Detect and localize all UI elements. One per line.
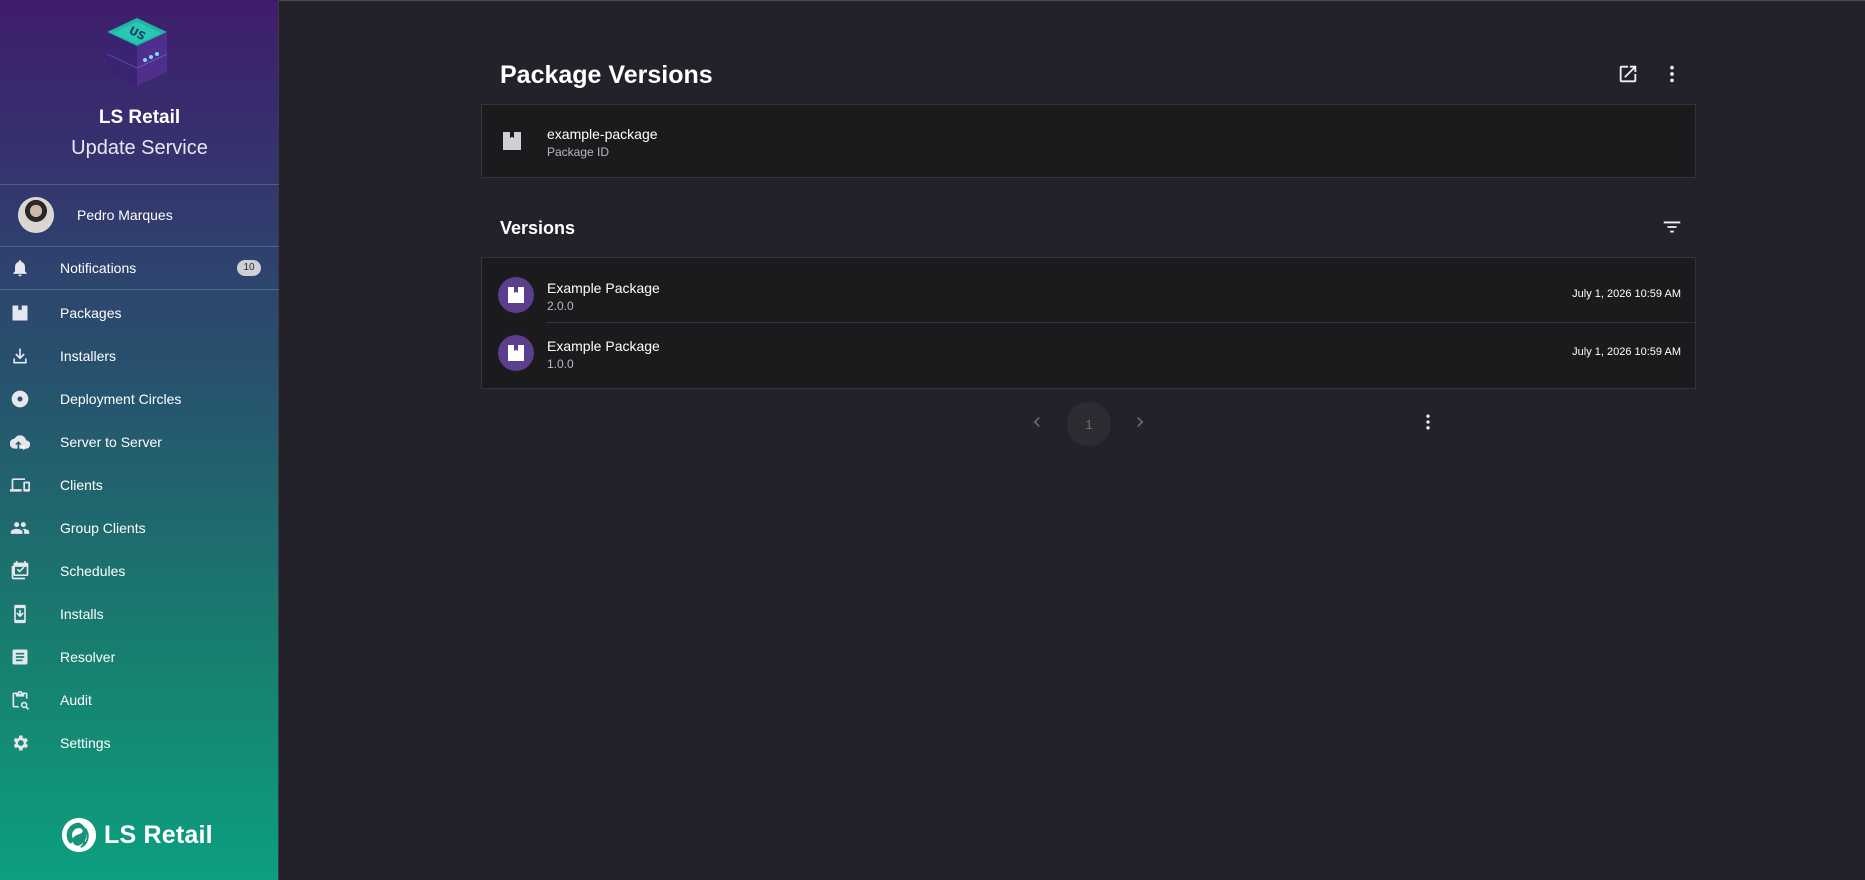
- previous-page-button[interactable]: [1025, 410, 1049, 434]
- brand-header: US LS Retail Update Service: [0, 0, 279, 184]
- sidebar-item-settings[interactable]: Settings: [0, 723, 279, 763]
- sidebar-item-label: Packages: [60, 305, 122, 321]
- sidebar-item-installs[interactable]: Installs: [0, 594, 279, 634]
- devices-icon: [10, 475, 30, 495]
- package-icon: [500, 129, 524, 153]
- package-id-label: Package ID: [547, 145, 610, 159]
- sidebar-item-label: Schedules: [60, 563, 126, 579]
- sidebar-item-label: Settings: [60, 735, 111, 751]
- chevron-right-icon: [1137, 417, 1144, 427]
- sidebar-item-group-clients[interactable]: Group Clients: [0, 508, 279, 548]
- package-icon: [508, 287, 524, 303]
- user-profile[interactable]: Pedro Marques: [0, 186, 279, 246]
- version-date: July 1, 2026 10:59 AM: [1572, 288, 1681, 300]
- version-package-name: Example Package: [547, 338, 660, 354]
- package-icon: [508, 345, 524, 361]
- sidebar-item-label: Deployment Circles: [60, 391, 182, 407]
- sidebar-item-label: Group Clients: [60, 520, 146, 536]
- sidebar-item-label: Server to Server: [60, 434, 162, 450]
- package-avatar: [498, 277, 534, 313]
- notification-count-badge: 10: [237, 260, 261, 276]
- sidebar-item-label: Notifications: [60, 260, 137, 276]
- sidebar-item-label: Resolver: [60, 649, 116, 665]
- versions-list: Example Package 2.0.0 July 1, 2026 10:59…: [481, 257, 1696, 389]
- more-vertical-icon: [1670, 65, 1674, 83]
- chevron-left-icon: [1033, 417, 1040, 427]
- divider: [0, 289, 279, 290]
- open-in-new-button[interactable]: [1614, 60, 1642, 88]
- sidebar-item-label: Installs: [60, 606, 104, 622]
- divider: [0, 246, 279, 247]
- package-id-value: example-package: [547, 126, 658, 142]
- sidebar-item-schedules[interactable]: Schedules: [0, 551, 279, 591]
- sidebar-item-notifications[interactable]: Notifications 10: [0, 248, 279, 288]
- cloud-upload-icon: [9, 432, 31, 452]
- more-vertical-icon: [1426, 414, 1430, 430]
- sidebar-item-deployment-circles[interactable]: Deployment Circles: [0, 379, 279, 419]
- bell-icon: [10, 258, 30, 278]
- brand-title: LS Retail: [98, 107, 181, 128]
- sidebar-item-clients[interactable]: Clients: [0, 465, 279, 505]
- gear-icon: [10, 733, 30, 753]
- sidebar-item-packages[interactable]: Packages: [0, 293, 279, 333]
- next-page-button[interactable]: [1128, 410, 1152, 434]
- user-name: Pedro Marques: [77, 207, 173, 223]
- sidebar: US LS Retail Update Service Pedro Marque…: [0, 0, 279, 880]
- calendar-check-icon: [10, 561, 30, 581]
- sidebar-item-resolver[interactable]: Resolver: [0, 637, 279, 677]
- page-number-button[interactable]: 1: [1067, 402, 1111, 446]
- version-package-name: Example Package: [547, 280, 660, 296]
- sidebar-item-server-to-server[interactable]: Server to Server: [0, 422, 279, 462]
- filter-button[interactable]: [1658, 213, 1686, 241]
- avatar[interactable]: [18, 197, 54, 233]
- open-in-new-icon: [1619, 65, 1637, 83]
- page-title: Package Versions: [500, 61, 713, 89]
- download-icon: [10, 346, 30, 366]
- group-icon: [10, 518, 30, 538]
- sidebar-item-installers[interactable]: Installers: [0, 336, 279, 376]
- sidebar-item-label: Installers: [60, 348, 117, 364]
- pagination-more-button[interactable]: [1416, 410, 1440, 434]
- filter-icon: [1663, 221, 1681, 233]
- install-icon: [10, 604, 30, 624]
- brand-subtitle: Update Service: [71, 137, 208, 159]
- version-date: July 1, 2026 10:59 AM: [1572, 346, 1681, 358]
- divider: [0, 184, 279, 185]
- version-number: 1.0.0: [547, 357, 574, 371]
- versions-section-title: Versions: [500, 218, 576, 238]
- disc-icon: [10, 389, 30, 409]
- sidebar-item-label: Clients: [60, 477, 103, 493]
- list-item[interactable]: Example Package 2.0.0 July 1, 2026 10:59…: [482, 258, 1695, 316]
- package-avatar: [498, 335, 534, 371]
- package-icon: [10, 303, 30, 323]
- sidebar-item-audit[interactable]: Audit: [0, 680, 279, 720]
- ls-retail-footer-logo: LS Retail: [60, 815, 213, 855]
- main-content: Package Versions example-package Package…: [280, 0, 1865, 880]
- more-options-button[interactable]: [1658, 60, 1686, 88]
- clipboard-search-icon: [10, 690, 30, 710]
- package-info-card: example-package Package ID: [481, 104, 1696, 178]
- document-icon: [10, 647, 30, 667]
- sidebar-item-label: Audit: [60, 692, 92, 708]
- footer-brand-text: LS Retail: [104, 820, 213, 849]
- version-number: 2.0.0: [547, 299, 574, 313]
- ls-retail-logo-icon: [61, 817, 97, 853]
- update-service-logo-icon: US: [106, 18, 168, 86]
- list-item[interactable]: Example Package 1.0.0 July 1, 2026 10:59…: [482, 316, 1695, 374]
